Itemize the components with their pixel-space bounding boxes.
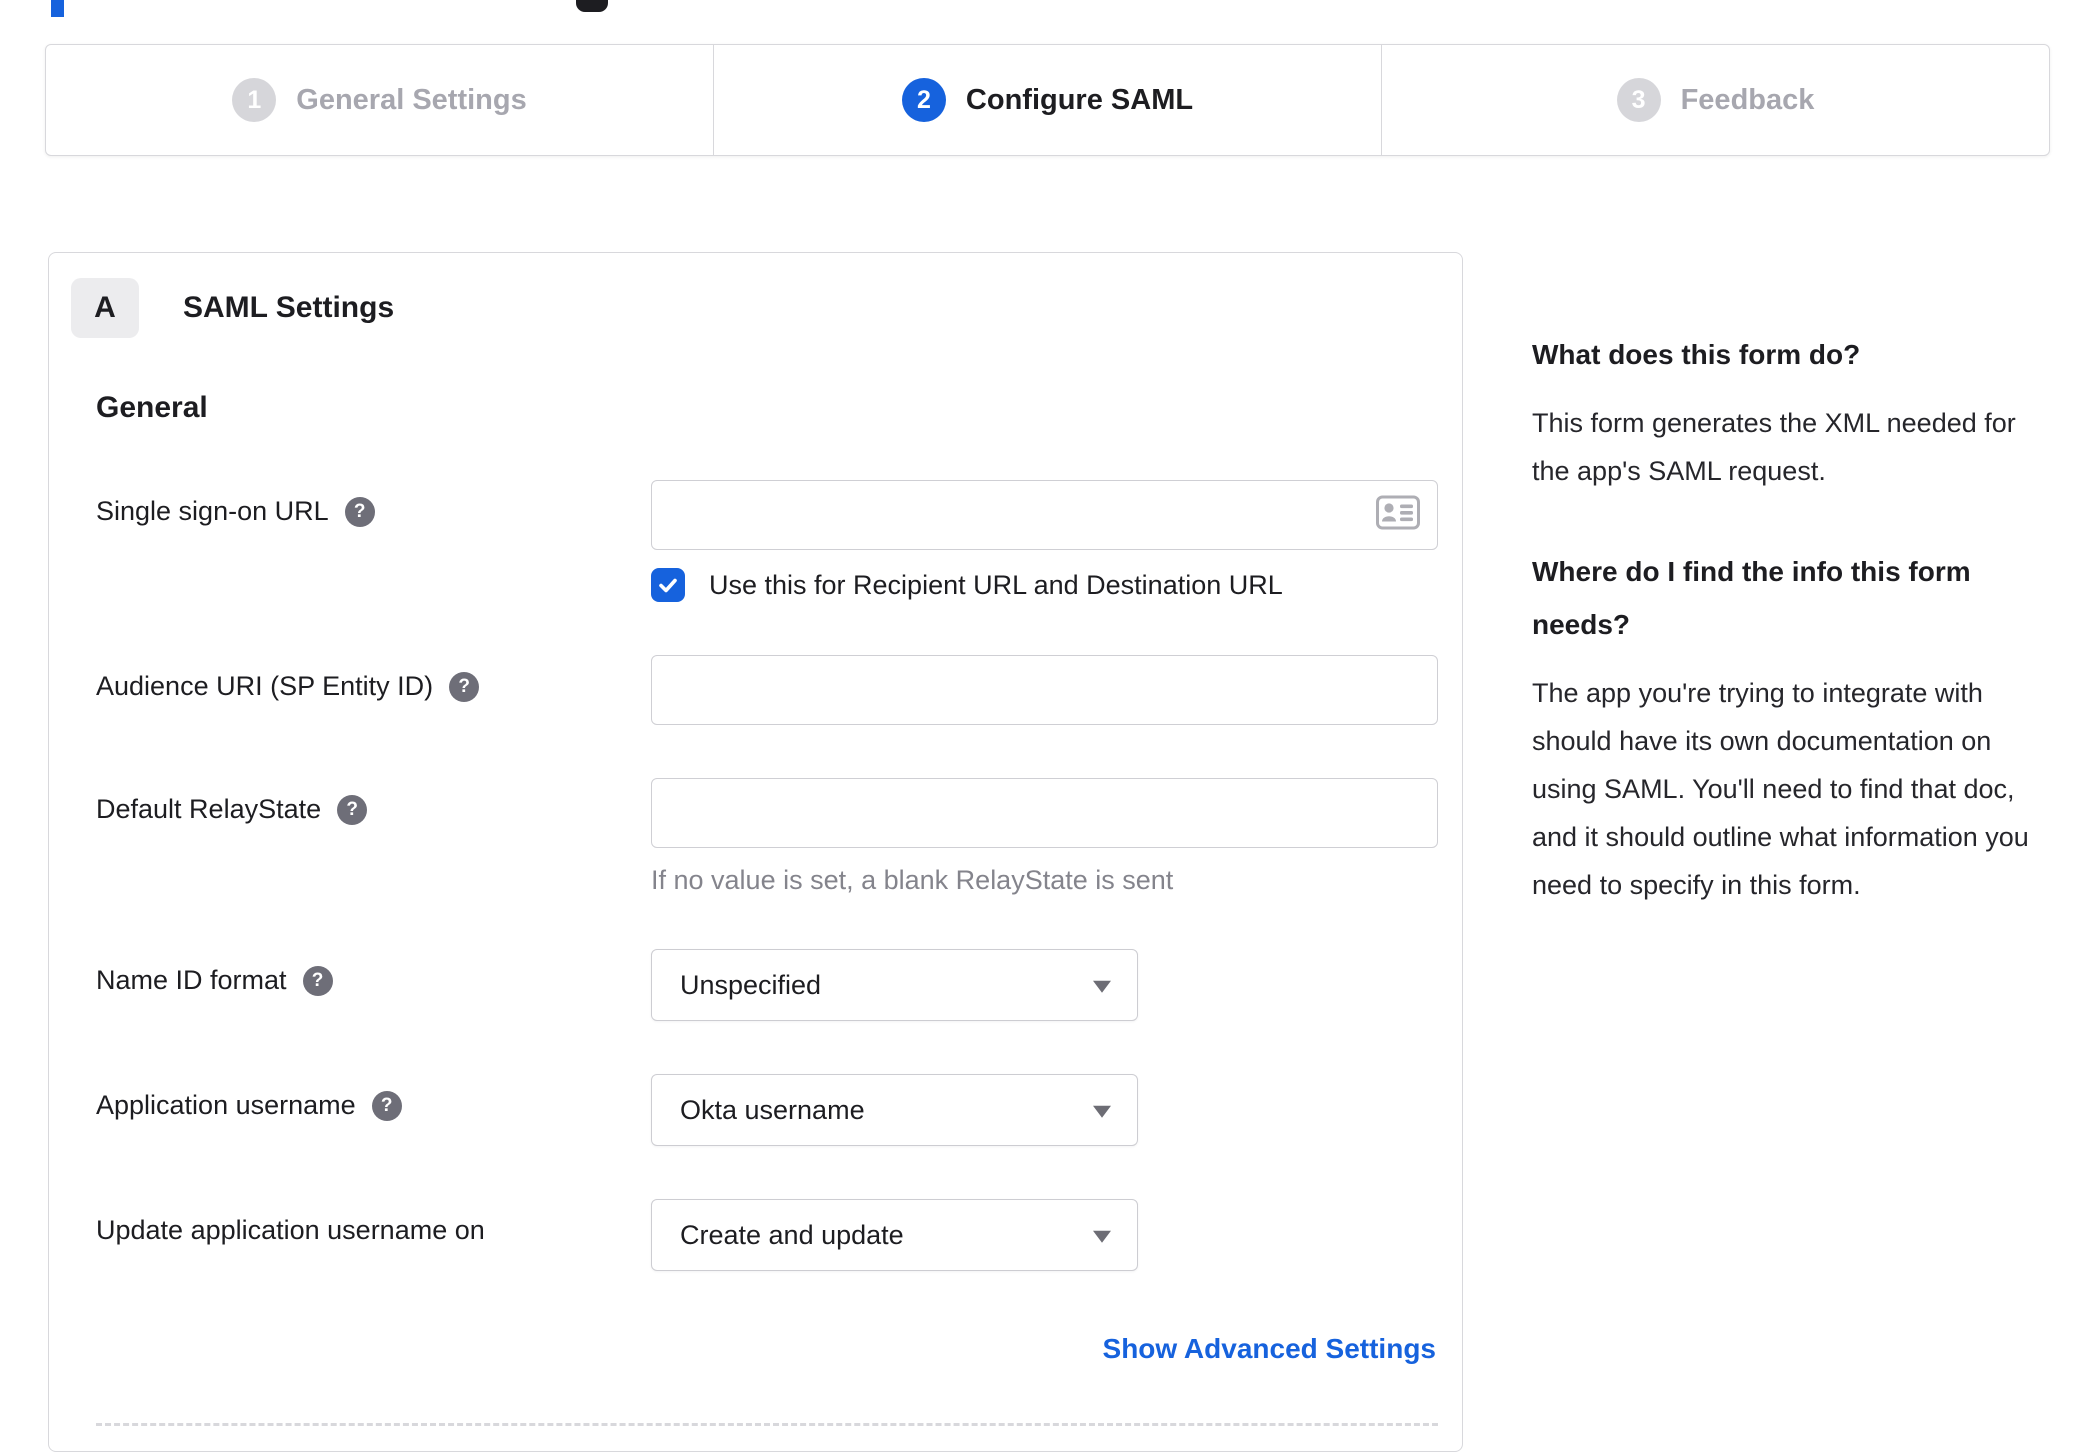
nameid-format-label-cell: Name ID format bbox=[96, 949, 651, 996]
relaystate-label-cell: Default RelayState bbox=[96, 778, 651, 825]
step-1-label: General Settings bbox=[296, 83, 527, 116]
sso-url-input[interactable] bbox=[651, 480, 1438, 550]
saml-form: Single sign-on URL ? Use this for Recipi… bbox=[49, 480, 1462, 1365]
nameid-format-label: Name ID format bbox=[96, 965, 287, 995]
app-username-row: Application username Okta username bbox=[96, 1074, 1462, 1146]
show-advanced-settings-link[interactable]: Show Advanced Settings bbox=[1103, 1333, 1436, 1364]
help-icon[interactable] bbox=[344, 496, 375, 527]
audience-uri-label: Audience URI (SP Entity ID) bbox=[96, 671, 434, 701]
app-username-select[interactable]: Okta username bbox=[651, 1074, 1138, 1146]
nameid-format-value: Unspecified bbox=[680, 969, 822, 1000]
recipient-url-checkbox-label: Use this for Recipient URL and Destinati… bbox=[709, 569, 1283, 600]
help-answer-1: This form generates the XML needed for t… bbox=[1532, 408, 2016, 486]
recipient-url-checkbox[interactable] bbox=[651, 568, 685, 602]
general-section-heading: General bbox=[96, 391, 208, 424]
recipient-url-checkbox-row: Use this for Recipient URL and Destinati… bbox=[651, 568, 1438, 602]
chevron-down-icon bbox=[1093, 980, 1111, 993]
contact-card-icon[interactable] bbox=[1376, 495, 1420, 535]
update-username-select[interactable]: Create and update bbox=[651, 1199, 1138, 1271]
help-question-2: Where do I find the info this form needs… bbox=[1532, 556, 1971, 640]
nameid-format-row: Name ID format Unspecified bbox=[96, 949, 1462, 1021]
step-configure-saml[interactable]: 2 Configure SAML bbox=[713, 45, 1381, 155]
help-question-1: What does this form do? bbox=[1532, 339, 1861, 370]
update-username-label-cell: Update application username on bbox=[96, 1199, 651, 1246]
sso-url-row: Single sign-on URL ? Use this for Recipi… bbox=[96, 480, 1462, 602]
help-icon[interactable] bbox=[302, 965, 333, 996]
help-sidebar: What does this form do? This form genera… bbox=[1532, 328, 2047, 909]
step-1-number: 1 bbox=[232, 78, 277, 122]
chevron-down-icon bbox=[1093, 1230, 1111, 1243]
update-username-row: Update application username on Create an… bbox=[96, 1199, 1462, 1271]
app-username-label: Application username bbox=[96, 1090, 356, 1120]
header-cutoff-logo bbox=[51, 0, 64, 17]
app-username-label-cell: Application username bbox=[96, 1074, 651, 1121]
help-icon[interactable] bbox=[449, 671, 480, 702]
relaystate-label: Default RelayState bbox=[96, 794, 322, 824]
step-3-label: Feedback bbox=[1680, 83, 1815, 116]
sso-url-label: Single sign-on URL bbox=[96, 496, 329, 526]
chevron-down-icon bbox=[1093, 1105, 1111, 1118]
help-icon[interactable] bbox=[371, 1090, 402, 1121]
audience-uri-label-cell: Audience URI (SP Entity ID) bbox=[96, 655, 651, 702]
help-icon[interactable] bbox=[337, 794, 368, 825]
section-a-badge: A bbox=[71, 278, 139, 338]
relaystate-row: Default RelayState If no value is set, a… bbox=[96, 778, 1462, 896]
help-answer-2: The app you're trying to integrate with … bbox=[1532, 678, 2029, 900]
update-username-label: Update application username on bbox=[96, 1215, 485, 1245]
sso-url-label-cell: Single sign-on URL bbox=[96, 480, 651, 527]
saml-settings-panel: A SAML Settings General Single sign-on U… bbox=[48, 252, 1463, 1452]
advanced-settings-row: Show Advanced Settings bbox=[96, 1333, 1436, 1365]
help-block-where: Where do I find the info this form needs… bbox=[1532, 545, 2047, 909]
help-block-what: What does this form do? This form genera… bbox=[1532, 328, 2047, 495]
update-username-value: Create and update bbox=[680, 1219, 904, 1250]
panel-header: A SAML Settings bbox=[71, 278, 1462, 338]
app-username-value: Okta username bbox=[680, 1094, 865, 1125]
step-general-settings[interactable]: 1 General Settings bbox=[46, 45, 713, 155]
step-2-number: 2 bbox=[901, 78, 946, 122]
panel-title: SAML Settings bbox=[183, 291, 395, 324]
step-2-label: Configure SAML bbox=[965, 83, 1194, 116]
wizard-stepper: 1 General Settings 2 Configure SAML 3 Fe… bbox=[45, 44, 2050, 156]
nameid-format-select[interactable]: Unspecified bbox=[651, 949, 1138, 1021]
audience-uri-row: Audience URI (SP Entity ID) bbox=[96, 655, 1462, 725]
audience-uri-input[interactable] bbox=[651, 655, 1438, 725]
relaystate-hint: If no value is set, a blank RelayState i… bbox=[651, 865, 1174, 895]
header-cutoff-element bbox=[576, 0, 608, 12]
relaystate-input[interactable] bbox=[651, 778, 1438, 848]
step-3-number: 3 bbox=[1616, 78, 1661, 122]
step-feedback[interactable]: 3 Feedback bbox=[1381, 45, 2049, 155]
